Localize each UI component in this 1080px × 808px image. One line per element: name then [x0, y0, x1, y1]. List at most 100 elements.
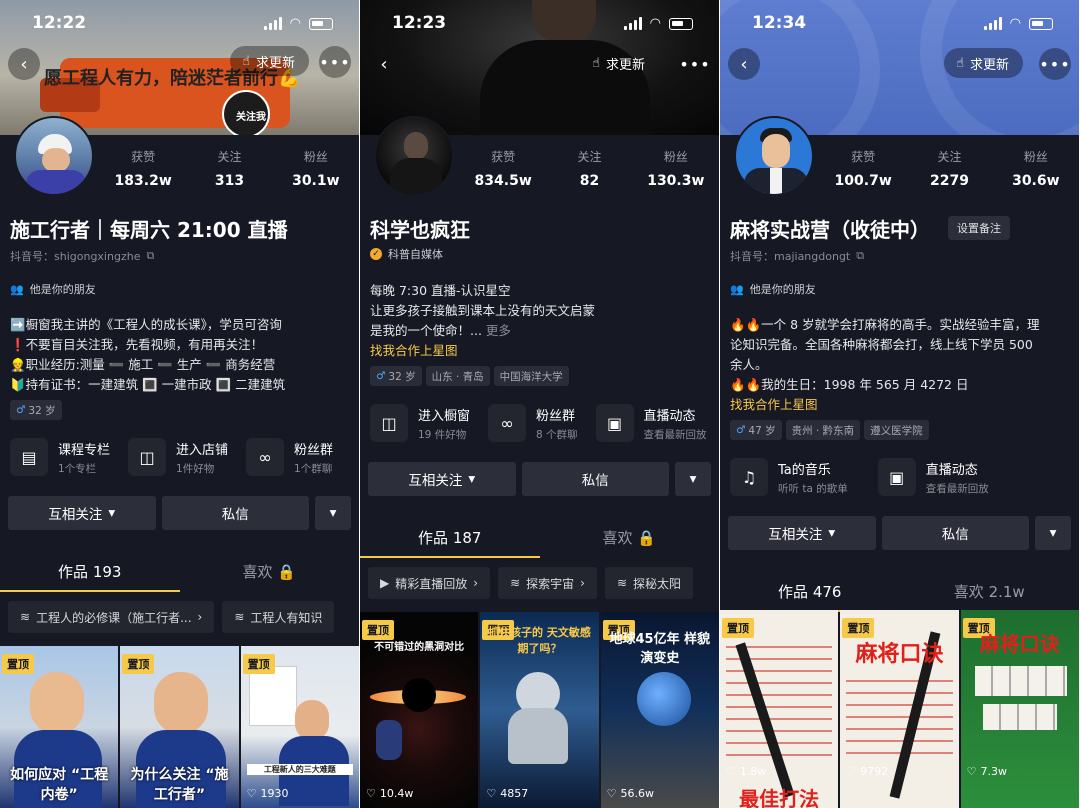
more-button[interactable]: ••• [679, 48, 711, 80]
tag-age: ♂ 32 岁 [10, 400, 62, 420]
video-thumbnail[interactable]: 置顶 抓住孩子的 天文敏感期了吗？ ♡ 4857 [480, 612, 599, 808]
stat-value: 30.6w [1012, 173, 1060, 189]
bio-more-link[interactable]: 更多 [486, 323, 511, 338]
request-update-button[interactable]: ☝ 求更新 [580, 48, 659, 78]
bio-line: 🔰持有证书：一建建筑 🔳 一建市政 🔳 二建建筑 [10, 377, 286, 392]
video-caption: 麻将口诀 [855, 642, 944, 667]
likes-count: 10.4w [379, 787, 414, 800]
avatar[interactable] [734, 116, 814, 196]
service-music[interactable]: ♫ Ta的音乐 听听 ta 的歌单 [730, 458, 848, 496]
status-time: 12:23 [392, 13, 447, 33]
request-update-button[interactable]: ☝ 求更新 [230, 46, 309, 76]
video-thumbnail[interactable]: 置顶 地球45亿年 样貌演变史 ♡ 56.6w [600, 612, 719, 808]
tab-likes[interactable]: 喜欢 🔒 [180, 561, 360, 592]
contact-link[interactable]: 找我合作上星图 [370, 341, 709, 361]
collection-chip[interactable]: ≋ 探秘太阳 [604, 567, 694, 599]
stat-value: 313 [214, 173, 245, 189]
set-remark-button[interactable]: 设置备注 [948, 216, 1010, 240]
back-button[interactable]: ‹ [728, 48, 760, 80]
collection-chip[interactable]: ▶ 精彩直播回放 › [368, 567, 491, 599]
bio-line: 👷职业经历:测量 ➖ 施工 ➖ 生产 ➖ 商务经营 [10, 357, 276, 372]
service-sub: 8 个群聊 [536, 428, 578, 441]
status-icons: ◠ [983, 16, 1053, 30]
tab-likes[interactable]: 喜欢 🔒 [540, 527, 720, 558]
avatar[interactable] [374, 116, 454, 196]
pinned-badge: 置顶 [842, 618, 875, 638]
more-button[interactable]: ••• [319, 46, 351, 78]
mutual-follow-button[interactable]: 互相关注 ▾ [8, 496, 156, 530]
back-button[interactable]: ‹ [8, 48, 40, 80]
video-likes: ♡ 7.3w [967, 765, 1007, 778]
more-dropdown-button[interactable]: ▾ [315, 496, 351, 530]
service-sub: 听听 ta 的歌单 [778, 482, 848, 495]
tag-school: 中国海洋大学 [493, 366, 569, 386]
status-bar: 12:34 ◠ [720, 10, 1079, 38]
avatar[interactable] [14, 116, 94, 196]
copy-icon[interactable]: ⧉ [146, 249, 154, 263]
back-button[interactable]: ‹ [368, 48, 400, 80]
mutual-follow-button[interactable]: 互相关注 ▾ [368, 462, 516, 496]
service-fan-group[interactable]: ∞ 粉丝群 8 个群聊 [488, 404, 578, 442]
group-chat-icon: ∞ [488, 404, 527, 442]
mutual-follow-button[interactable]: 互相关注 ▾ [728, 516, 876, 550]
collection-chip[interactable]: ≋ 探索宇宙 › [498, 567, 597, 599]
copy-icon[interactable]: ⧉ [856, 249, 864, 263]
video-thumbnail[interactable]: 置顶 麻将口诀 ♡ 7.3w [960, 610, 1079, 808]
stat-following[interactable]: 关注 313 [186, 148, 272, 189]
video-thumbnail[interactable]: 置顶 工程新人的三大难题 ♡ 1930 [240, 646, 359, 808]
remark-label: 设置备注 [957, 222, 1001, 235]
battery-icon [1029, 18, 1053, 30]
tab-likes-label: 喜欢 2.1w [953, 583, 1025, 601]
stat-likes[interactable]: 获赞 834.5w [460, 148, 546, 189]
stat-likes[interactable]: 获赞 100.7w [820, 148, 906, 189]
caret-down-icon: ▾ [1049, 525, 1057, 541]
likes-count: 9792 [860, 765, 889, 778]
collection-chip[interactable]: ≋ 工程人的必修课（施工行者... › [8, 601, 215, 633]
content-tabs: 作品 187 喜欢 🔒 [360, 527, 719, 558]
service-showcase[interactable]: ◫ 进入橱窗 19 件好物 [370, 404, 470, 442]
video-caption: 最佳打法 [739, 787, 820, 808]
message-button[interactable]: 私信 [161, 496, 309, 530]
profile-name: 施工行者｜每周六 21:00 直播 [10, 218, 288, 242]
more-button[interactable]: ••• [1039, 48, 1071, 80]
service-course[interactable]: ▤ 课程专栏 1个专栏 [10, 438, 110, 476]
account-id: 抖音号：shigongxingzhe ⧉ [10, 248, 154, 264]
verify-label: ✓ 科普自媒体 [370, 246, 443, 262]
video-thumbnail[interactable]: 置顶 麻将口诀 ♡ 9792 [840, 610, 959, 808]
stat-following[interactable]: 关注 82 [546, 148, 632, 189]
status-icons: ◠ [623, 16, 693, 30]
stat-following[interactable]: 关注 2279 [906, 148, 992, 189]
stat-followers[interactable]: 粉丝 30.6w [993, 148, 1079, 189]
video-thumbnail[interactable]: 置顶 为什么关注 “施工行者” [120, 646, 239, 808]
video-caption: 麻将口诀 [979, 632, 1060, 656]
tab-works[interactable]: 作品 193 [0, 561, 180, 592]
bio-line: 让更多孩子接触到课本上没有的天文启蒙 [370, 303, 596, 318]
video-caption: 为什么关注 “施工行者” [130, 767, 229, 803]
stat-likes[interactable]: 获赞 183.2w [100, 148, 186, 189]
more-dropdown-button[interactable]: ▾ [1035, 516, 1071, 550]
service-live[interactable]: ▣ 直播动态 查看最新回放 [595, 404, 707, 442]
tab-works-label: 作品 193 [58, 563, 122, 581]
tab-works[interactable]: 作品 187 [360, 527, 540, 558]
video-grid: 置顶 最佳打法 ♡ 1.8w 置顶 麻将口诀 ♡ 9792 置顶 麻将口诀 ♡ 7.3… [720, 610, 1079, 808]
stat-followers[interactable]: 粉丝 30.1w [273, 148, 359, 189]
message-button[interactable]: 私信 [521, 462, 669, 496]
stat-followers[interactable]: 粉丝 130.3w [633, 148, 719, 189]
tag-school: 遵义医学院 [864, 420, 929, 440]
message-button[interactable]: 私信 [881, 516, 1029, 550]
request-update-button[interactable]: ☝ 求更新 [944, 48, 1023, 78]
service-live[interactable]: ▣ 直播动态 查看最新回放 [877, 458, 989, 496]
video-thumbnail[interactable]: 置顶 最佳打法 ♡ 1.8w [720, 610, 839, 808]
contact-link[interactable]: 找我合作上星图 [730, 395, 1069, 415]
tab-likes[interactable]: 喜欢 2.1w [900, 581, 1080, 612]
video-thumbnail[interactable]: 置顶 不可错过的黑洞对比 ♡ 10.4w [360, 612, 479, 808]
service-title: Ta的音乐 [778, 462, 831, 478]
more-dropdown-button[interactable]: ▾ [675, 462, 711, 496]
pinned-badge: 置顶 [362, 620, 394, 640]
service-sub: 19 件好物 [418, 428, 467, 441]
service-shop[interactable]: ◫ 进入店铺 1件好物 [128, 438, 228, 476]
tab-works[interactable]: 作品 476 [720, 581, 900, 612]
collection-chip[interactable]: ≋ 工程人有知识 [222, 601, 335, 633]
service-fan-group[interactable]: ∞ 粉丝群 1个群聊 [246, 438, 333, 476]
video-thumbnail[interactable]: 置顶 如何应对 “工程内卷” [0, 646, 119, 808]
